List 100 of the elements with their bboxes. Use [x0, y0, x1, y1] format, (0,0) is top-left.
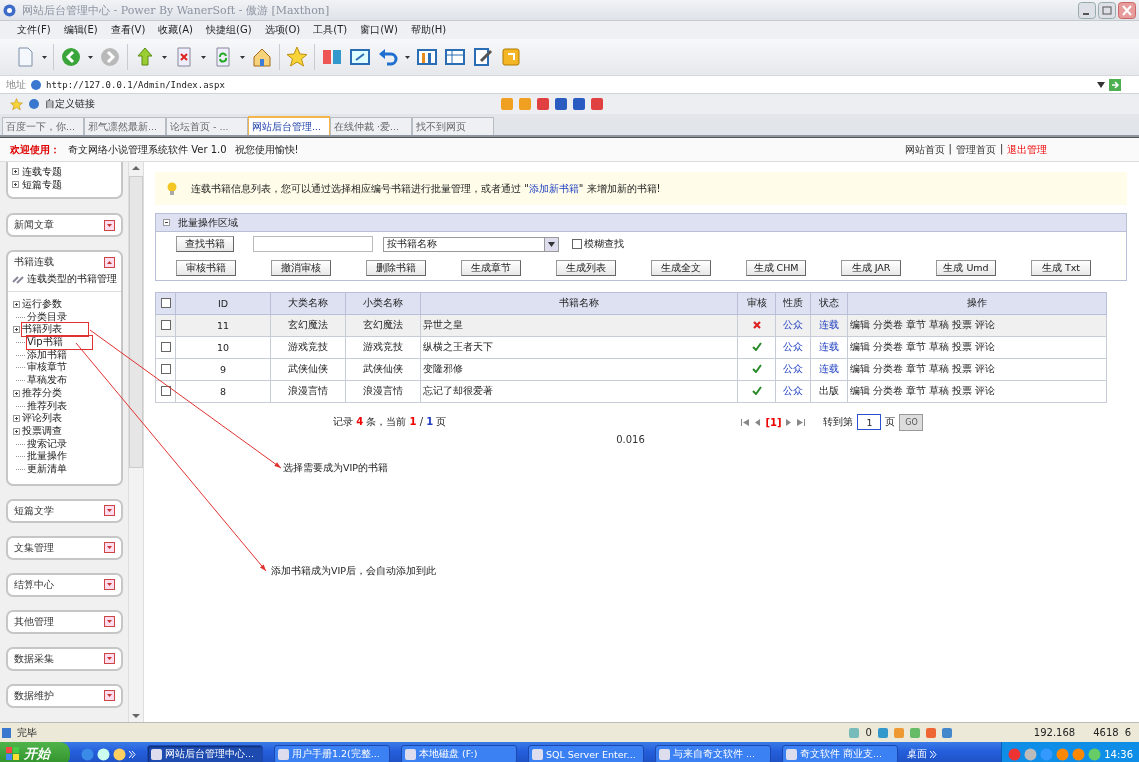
- menu-item[interactable]: 帮助(H): [405, 23, 455, 37]
- taskbar-button[interactable]: 用户手册1.2(完整...: [274, 744, 390, 762]
- tree-item[interactable]: 评论列表: [22, 412, 88, 425]
- table-cell: 玄幻魔法: [270, 314, 346, 337]
- menu-item[interactable]: 文件(F): [12, 23, 59, 37]
- action-link[interactable]: 草稿: [929, 341, 949, 352]
- table-cell: 游戏竞技: [270, 336, 346, 359]
- action-link[interactable]: 评论: [975, 363, 995, 374]
- action-button[interactable]: 生成 Umd: [936, 260, 996, 276]
- action-link[interactable]: 章节: [906, 385, 926, 396]
- action-link[interactable]: 草稿: [929, 385, 949, 396]
- tree-item[interactable]: 分类目录: [26, 310, 92, 324]
- tree-item[interactable]: 搜索记录: [26, 437, 92, 451]
- link-item[interactable]: 自定义链接: [45, 97, 95, 111]
- action-button[interactable]: 撤消审核: [271, 260, 331, 276]
- column-header: 状态: [810, 292, 848, 315]
- table-cell: 武侠仙侠: [270, 358, 346, 381]
- action-link[interactable]: 评论: [975, 319, 995, 330]
- action-link[interactable]: 编辑: [850, 363, 870, 374]
- action-link[interactable]: 投票: [952, 319, 972, 330]
- action-button[interactable]: 生成 Txt: [1031, 260, 1091, 276]
- action-link[interactable]: 分类卷: [873, 363, 903, 374]
- go-button[interactable]: GO: [899, 413, 924, 431]
- tree-item[interactable]: 运行参数: [22, 298, 88, 311]
- clock: 14:36: [1104, 748, 1133, 760]
- menu-item[interactable]: 查看(V): [105, 23, 154, 37]
- taskbar-button[interactable]: 奇文软件 商业支...: [782, 744, 898, 762]
- menu-item[interactable]: 选项(O): [259, 23, 309, 37]
- action-link[interactable]: 编辑: [850, 385, 870, 396]
- browser-tab[interactable]: 邪气凛然最新...: [84, 117, 166, 135]
- menu-item[interactable]: 收藏(A): [153, 23, 201, 37]
- tree-item[interactable]: 书籍列表: [22, 323, 88, 337]
- panel-title[interactable]: 新闻文章: [14, 218, 54, 232]
- action-button[interactable]: 审核书籍: [176, 260, 236, 276]
- taskbar-button[interactable]: 与来自奇文软件 ...: [655, 744, 771, 762]
- action-link[interactable]: 分类卷: [873, 341, 903, 352]
- action-link[interactable]: 编辑: [850, 319, 870, 330]
- table-cell: 游戏竞技: [345, 336, 421, 359]
- header-link[interactable]: 退出管理: [1007, 142, 1048, 157]
- tree-item[interactable]: 推荐列表: [26, 399, 92, 413]
- action-button[interactable]: 生成章节: [461, 260, 521, 276]
- action-link[interactable]: 草稿: [929, 319, 949, 330]
- tree-item[interactable]: 连载专题: [22, 164, 62, 179]
- menu-item[interactable]: 快捷组(G): [201, 23, 260, 37]
- tree-item[interactable]: 审核章节: [26, 361, 92, 375]
- tree-item[interactable]: 短篇专题: [22, 177, 62, 192]
- action-link[interactable]: 分类卷: [873, 319, 903, 330]
- taskbar-button[interactable]: 网站后台管理中心...: [147, 744, 263, 762]
- action-link[interactable]: 评论: [975, 341, 995, 352]
- tree-item[interactable]: 草稿发布: [26, 374, 92, 387]
- browser-tab[interactable]: 论坛首页 - ...: [166, 117, 248, 135]
- browser-tab[interactable]: 网站后台管理...: [248, 116, 330, 135]
- table-cell: 玄幻魔法: [345, 314, 421, 337]
- panel-title[interactable]: 书籍连载: [14, 255, 54, 269]
- browser-tab[interactable]: 百度一下，你...: [2, 117, 84, 135]
- tree-item[interactable]: 添加书籍: [26, 348, 92, 362]
- action-link[interactable]: 投票: [952, 341, 972, 352]
- action-link[interactable]: 章节: [906, 319, 926, 330]
- add-book-link[interactable]: 添加新书籍: [528, 182, 579, 194]
- tree-item[interactable]: 更新清单: [26, 462, 92, 476]
- action-link[interactable]: 编辑: [850, 341, 870, 352]
- column-header: ID: [175, 292, 271, 315]
- action-link[interactable]: 投票: [952, 363, 972, 374]
- current-page-link[interactable]: [1]: [765, 416, 782, 428]
- action-link[interactable]: 草稿: [929, 363, 949, 374]
- table-cell: 纵横之王者天下: [420, 336, 738, 359]
- column-header: 操作: [847, 292, 1107, 315]
- menu-item[interactable]: 编辑(E): [58, 23, 106, 37]
- taskbar-button[interactable]: SQL Server Enter...: [528, 744, 644, 762]
- search-type-select[interactable]: 按书籍名称: [383, 236, 559, 252]
- action-button[interactable]: 生成 JAR: [841, 260, 901, 276]
- browser-tab[interactable]: 在线仲裁 ·爱...: [330, 117, 412, 135]
- action-link[interactable]: 评论: [975, 385, 995, 396]
- action-button[interactable]: 生成全文: [651, 260, 711, 276]
- action-button[interactable]: 生成 CHM: [746, 260, 806, 276]
- action-button[interactable]: 生成列表: [556, 260, 616, 276]
- header-link[interactable]: 管理首页: [956, 142, 996, 157]
- tree-item[interactable]: 投票调查: [22, 424, 88, 438]
- action-link[interactable]: 投票: [952, 385, 972, 396]
- address-label: 地址: [6, 77, 26, 92]
- column-header: 小类名称: [345, 292, 421, 315]
- table-cell: 忘记了却很爱著: [420, 380, 738, 403]
- action-link[interactable]: 章节: [906, 341, 926, 352]
- tree-item[interactable]: 推荐分类: [22, 386, 88, 400]
- browser-tab[interactable]: 找不到网页: [412, 117, 494, 135]
- menu-item[interactable]: 工具(T): [308, 23, 356, 37]
- tree-item[interactable]: Vip书籍: [26, 336, 92, 349]
- menu-item[interactable]: 窗口(W): [355, 23, 406, 37]
- desktop-label[interactable]: 桌面: [907, 747, 927, 761]
- action-link[interactable]: 分类卷: [873, 385, 903, 396]
- page-field[interactable]: 1: [857, 414, 882, 430]
- address-field[interactable]: http://127.0.0.1/Admin/Index.aspx: [46, 79, 1093, 90]
- tree-item[interactable]: 批量操作: [26, 450, 92, 463]
- taskbar-button[interactable]: 本地磁盘 (F:): [401, 744, 517, 762]
- action-link[interactable]: 章节: [906, 363, 926, 374]
- header-link[interactable]: 网站首页: [904, 142, 945, 157]
- search-button[interactable]: 查找书籍: [176, 236, 234, 252]
- checkbox-label: 模糊查找: [584, 237, 624, 251]
- action-button[interactable]: 删除书籍: [366, 260, 426, 276]
- status-reading: 192.168: [1033, 727, 1076, 738]
